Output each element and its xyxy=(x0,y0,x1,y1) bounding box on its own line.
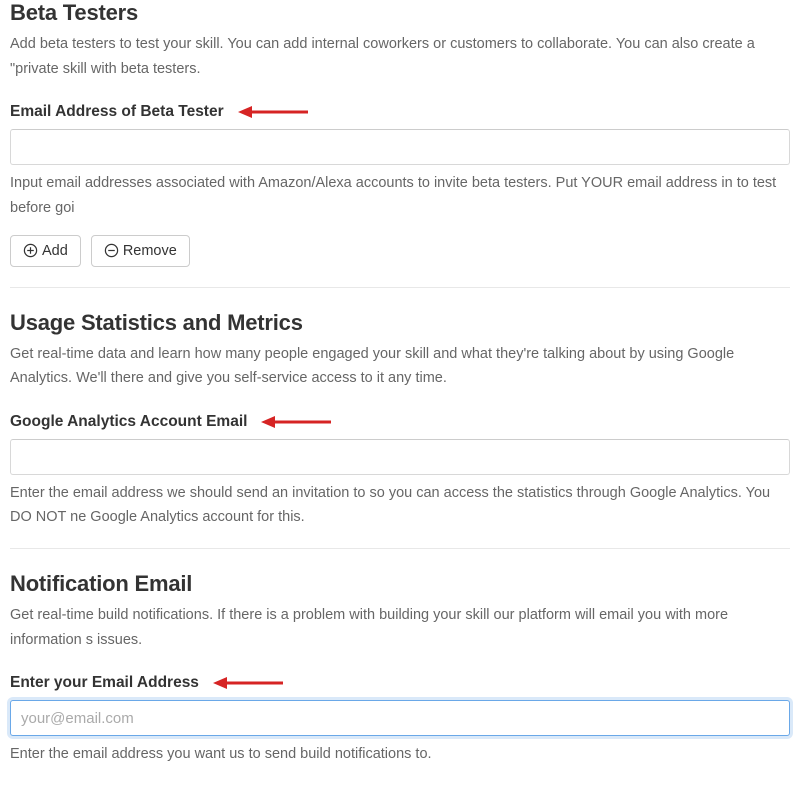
ga-account-email-input[interactable] xyxy=(10,439,790,475)
section-divider xyxy=(10,287,790,288)
notification-email-input[interactable] xyxy=(10,700,790,736)
plus-circle-icon xyxy=(23,243,38,258)
field-label-notification-email: Enter your Email Address xyxy=(10,674,199,692)
help-text-notification: Enter the email address you want us to s… xyxy=(10,742,790,767)
section-usage-statistics: Usage Statistics and Metrics Get real-ti… xyxy=(10,310,790,531)
section-title-usage: Usage Statistics and Metrics xyxy=(10,310,790,336)
section-title-beta: Beta Testers xyxy=(10,0,790,26)
section-notification-email: Notification Email Get real-time build n… xyxy=(10,571,790,767)
section-divider xyxy=(10,548,790,549)
add-button[interactable]: Add xyxy=(10,235,81,267)
field-label-row-beta: Email Address of Beta Tester xyxy=(10,103,790,121)
annotation-arrow-icon xyxy=(238,105,308,119)
section-desc-notification: Get real-time build notifications. If th… xyxy=(10,603,790,652)
remove-button-label: Remove xyxy=(123,243,177,259)
help-text-beta: Input email addresses associated with Am… xyxy=(10,171,790,220)
section-beta-testers: Beta Testers Add beta testers to test yo… xyxy=(10,0,790,267)
field-label-beta-email: Email Address of Beta Tester xyxy=(10,103,224,121)
minus-circle-icon xyxy=(104,243,119,258)
help-text-usage: Enter the email address we should send a… xyxy=(10,481,790,530)
section-desc-usage: Get real-time data and learn how many pe… xyxy=(10,342,790,391)
section-title-notification: Notification Email xyxy=(10,571,790,597)
section-desc-beta: Add beta testers to test your skill. You… xyxy=(10,32,790,81)
button-row-beta: Add Remove xyxy=(10,235,790,267)
remove-button[interactable]: Remove xyxy=(91,235,190,267)
beta-tester-email-input[interactable] xyxy=(10,129,790,165)
annotation-arrow-icon xyxy=(213,676,283,690)
add-button-label: Add xyxy=(42,243,68,259)
field-label-row-usage: Google Analytics Account Email xyxy=(10,413,790,431)
field-label-ga-email: Google Analytics Account Email xyxy=(10,413,247,431)
annotation-arrow-icon xyxy=(261,415,331,429)
field-label-row-notification: Enter your Email Address xyxy=(10,674,790,692)
